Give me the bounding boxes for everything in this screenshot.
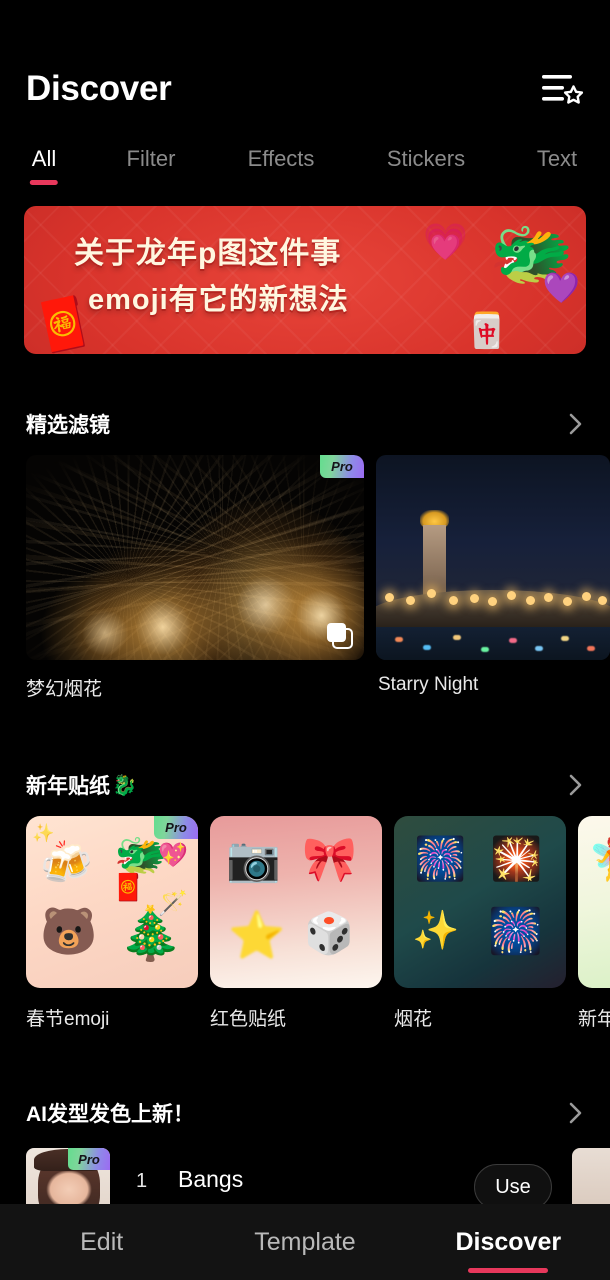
tab-text-label: Text: [536, 146, 578, 171]
section-title-stickers: 新年贴纸 🐉: [26, 770, 137, 800]
sticker-thumbnail-red-stickers: 📷 🎀 ⭐ 🎲: [210, 816, 382, 988]
category-tabs: All Filter Effects Stickers Text: [0, 146, 610, 188]
chevron-right-icon[interactable]: [562, 1100, 588, 1126]
tab-text[interactable]: Text: [537, 146, 577, 172]
camera-icon: 📷: [226, 835, 281, 884]
section-title-ai-hair-label: AI发型发色上新！: [26, 1103, 194, 1126]
character-icon: 🧚: [588, 838, 610, 880]
filter-thumbnail-starry-night: [376, 455, 610, 660]
nav-item-template-label: Template: [254, 1227, 356, 1256]
sticker-card-new-year[interactable]: 🧚: [578, 816, 610, 988]
tab-effects-label: Effects: [247, 146, 315, 171]
banner-heart-icon-1: 💗: [423, 221, 468, 262]
beer-icon: 🍻: [40, 839, 93, 886]
section-header-stickers: 新年贴纸 🐉: [0, 765, 610, 805]
page-title: Discover: [26, 69, 172, 108]
nav-item-template[interactable]: Template: [203, 1228, 406, 1257]
sparkle-icon: ✨: [412, 910, 460, 952]
sticker-thumbnail-fireworks: 🎆 🎇 ✨ 🎆: [394, 816, 566, 988]
filter-carousel[interactable]: Pro 梦幻烟花 Starry Night: [0, 455, 610, 710]
nav-item-edit[interactable]: Edit: [0, 1228, 203, 1257]
nav-active-indicator: [468, 1267, 549, 1273]
sticker-name-red-stickers: 红色贴纸: [210, 1009, 287, 1030]
sticker-name-new-year: 新年: [578, 1009, 610, 1030]
filter-thumbnail-fireworks: [26, 455, 364, 660]
tab-all[interactable]: All: [29, 146, 58, 185]
sparkler-icon: 🎆: [414, 835, 467, 882]
firework-icon: 🎇: [490, 835, 543, 882]
filter-name-fireworks: 梦幻烟花: [26, 679, 103, 700]
tab-filter[interactable]: Filter: [127, 146, 176, 172]
section-title-filters-label: 精选滤镜: [26, 414, 110, 437]
sticker-name-spring-emoji: 春节emoji: [26, 1009, 110, 1030]
chevron-right-icon[interactable]: [562, 772, 588, 798]
tab-effects[interactable]: Effects: [248, 146, 315, 172]
section-header-ai-hair: AI发型发色上新！: [0, 1093, 610, 1133]
section-title-ai-hair: AI发型发色上新！: [26, 1098, 194, 1128]
discover-screen: Discover All Filter Effects Stickers Tex…: [0, 0, 610, 1280]
banner-text: 关于龙年p图这件事 emoji有它的新想法: [74, 228, 464, 318]
street-lights: [376, 578, 610, 615]
nav-item-discover[interactable]: Discover: [407, 1227, 610, 1273]
promo-banner[interactable]: 关于龙年p图这件事 emoji有它的新想法 🐲 💗 💜 🧧 🀄: [24, 206, 586, 354]
banner-line-1: 关于龙年p图这件事: [74, 237, 342, 270]
star-icon: ⭐: [228, 909, 286, 961]
compare-layers-icon[interactable]: [324, 620, 354, 650]
pro-badge: Pro: [154, 816, 198, 839]
section-title-filters: 精选滤镜: [26, 409, 110, 439]
pro-badge: Pro: [320, 455, 364, 478]
filter-name-starry-night: Starry Night: [378, 674, 479, 695]
sticker-card-red-stickers[interactable]: 📷 🎀 ⭐ 🎲: [210, 816, 382, 988]
banner-mahjong-icon: 🀄: [465, 312, 508, 350]
banner-heart-icon-2: 💜: [542, 272, 580, 305]
tab-active-indicator: [29, 180, 58, 185]
bottom-navigation: Edit Template Discover: [0, 1204, 610, 1280]
tab-stickers[interactable]: Stickers: [387, 146, 465, 172]
nav-item-discover-label: Discover: [455, 1227, 562, 1256]
app-header: Discover: [0, 58, 610, 120]
sparkle-icon: ✨: [32, 823, 55, 843]
red-envelope-icon: 🧧: [112, 872, 145, 902]
filter-card-starry-night[interactable]: [376, 455, 610, 660]
ai-hair-index: 1: [136, 1170, 148, 1192]
tab-filter-label: Filter: [126, 146, 176, 171]
banner-red-envelope-icon: 🧧: [29, 293, 99, 354]
sticker-card-spring-emoji[interactable]: 🍻 🐲 💖 🧧 🐻 🎄 🪄 ✨ Pro: [26, 816, 198, 988]
sticker-thumbnail-spring-emoji: 🍻 🐲 💖 🧧 🐻 🎄 🪄 ✨: [26, 816, 198, 988]
heart-icon: 💖: [158, 842, 188, 869]
pro-badge: Pro: [68, 1148, 110, 1170]
wand-icon: 🪄: [158, 890, 188, 917]
dragon-icon: 🐉: [112, 774, 137, 797]
chevron-right-icon[interactable]: [562, 411, 588, 437]
firework-icon: 🎆: [488, 907, 543, 956]
section-header-filters: 精选滤镜: [0, 404, 610, 444]
bow-icon: 🎀: [302, 835, 357, 884]
filter-card-fireworks[interactable]: Pro: [26, 455, 364, 660]
sticker-carousel[interactable]: 🍻 🐲 💖 🧧 🐻 🎄 🪄 ✨ Pro 春节emoji 📷 🎀 ⭐ 🎲 红色贴纸: [0, 816, 610, 1046]
nav-item-edit-label: Edit: [80, 1227, 124, 1256]
banner-line-2: emoji有它的新想法: [88, 284, 349, 316]
sticker-thumbnail-new-year: 🧚: [578, 816, 610, 988]
section-title-stickers-label: 新年贴纸: [26, 775, 110, 798]
sticker-card-fireworks[interactable]: 🎆 🎇 ✨ 🎆: [394, 816, 566, 988]
dice-icon: 🎲: [304, 912, 354, 956]
tab-stickers-label: Stickers: [386, 146, 466, 171]
list-star-icon[interactable]: [540, 69, 584, 109]
ai-hair-style-name: Bangs: [178, 1166, 244, 1192]
bear-icon: 🐻: [40, 905, 98, 957]
sticker-name-fireworks: 烟花: [394, 1009, 433, 1030]
tab-all-label: All: [31, 146, 57, 171]
river-reflections: [376, 627, 610, 660]
